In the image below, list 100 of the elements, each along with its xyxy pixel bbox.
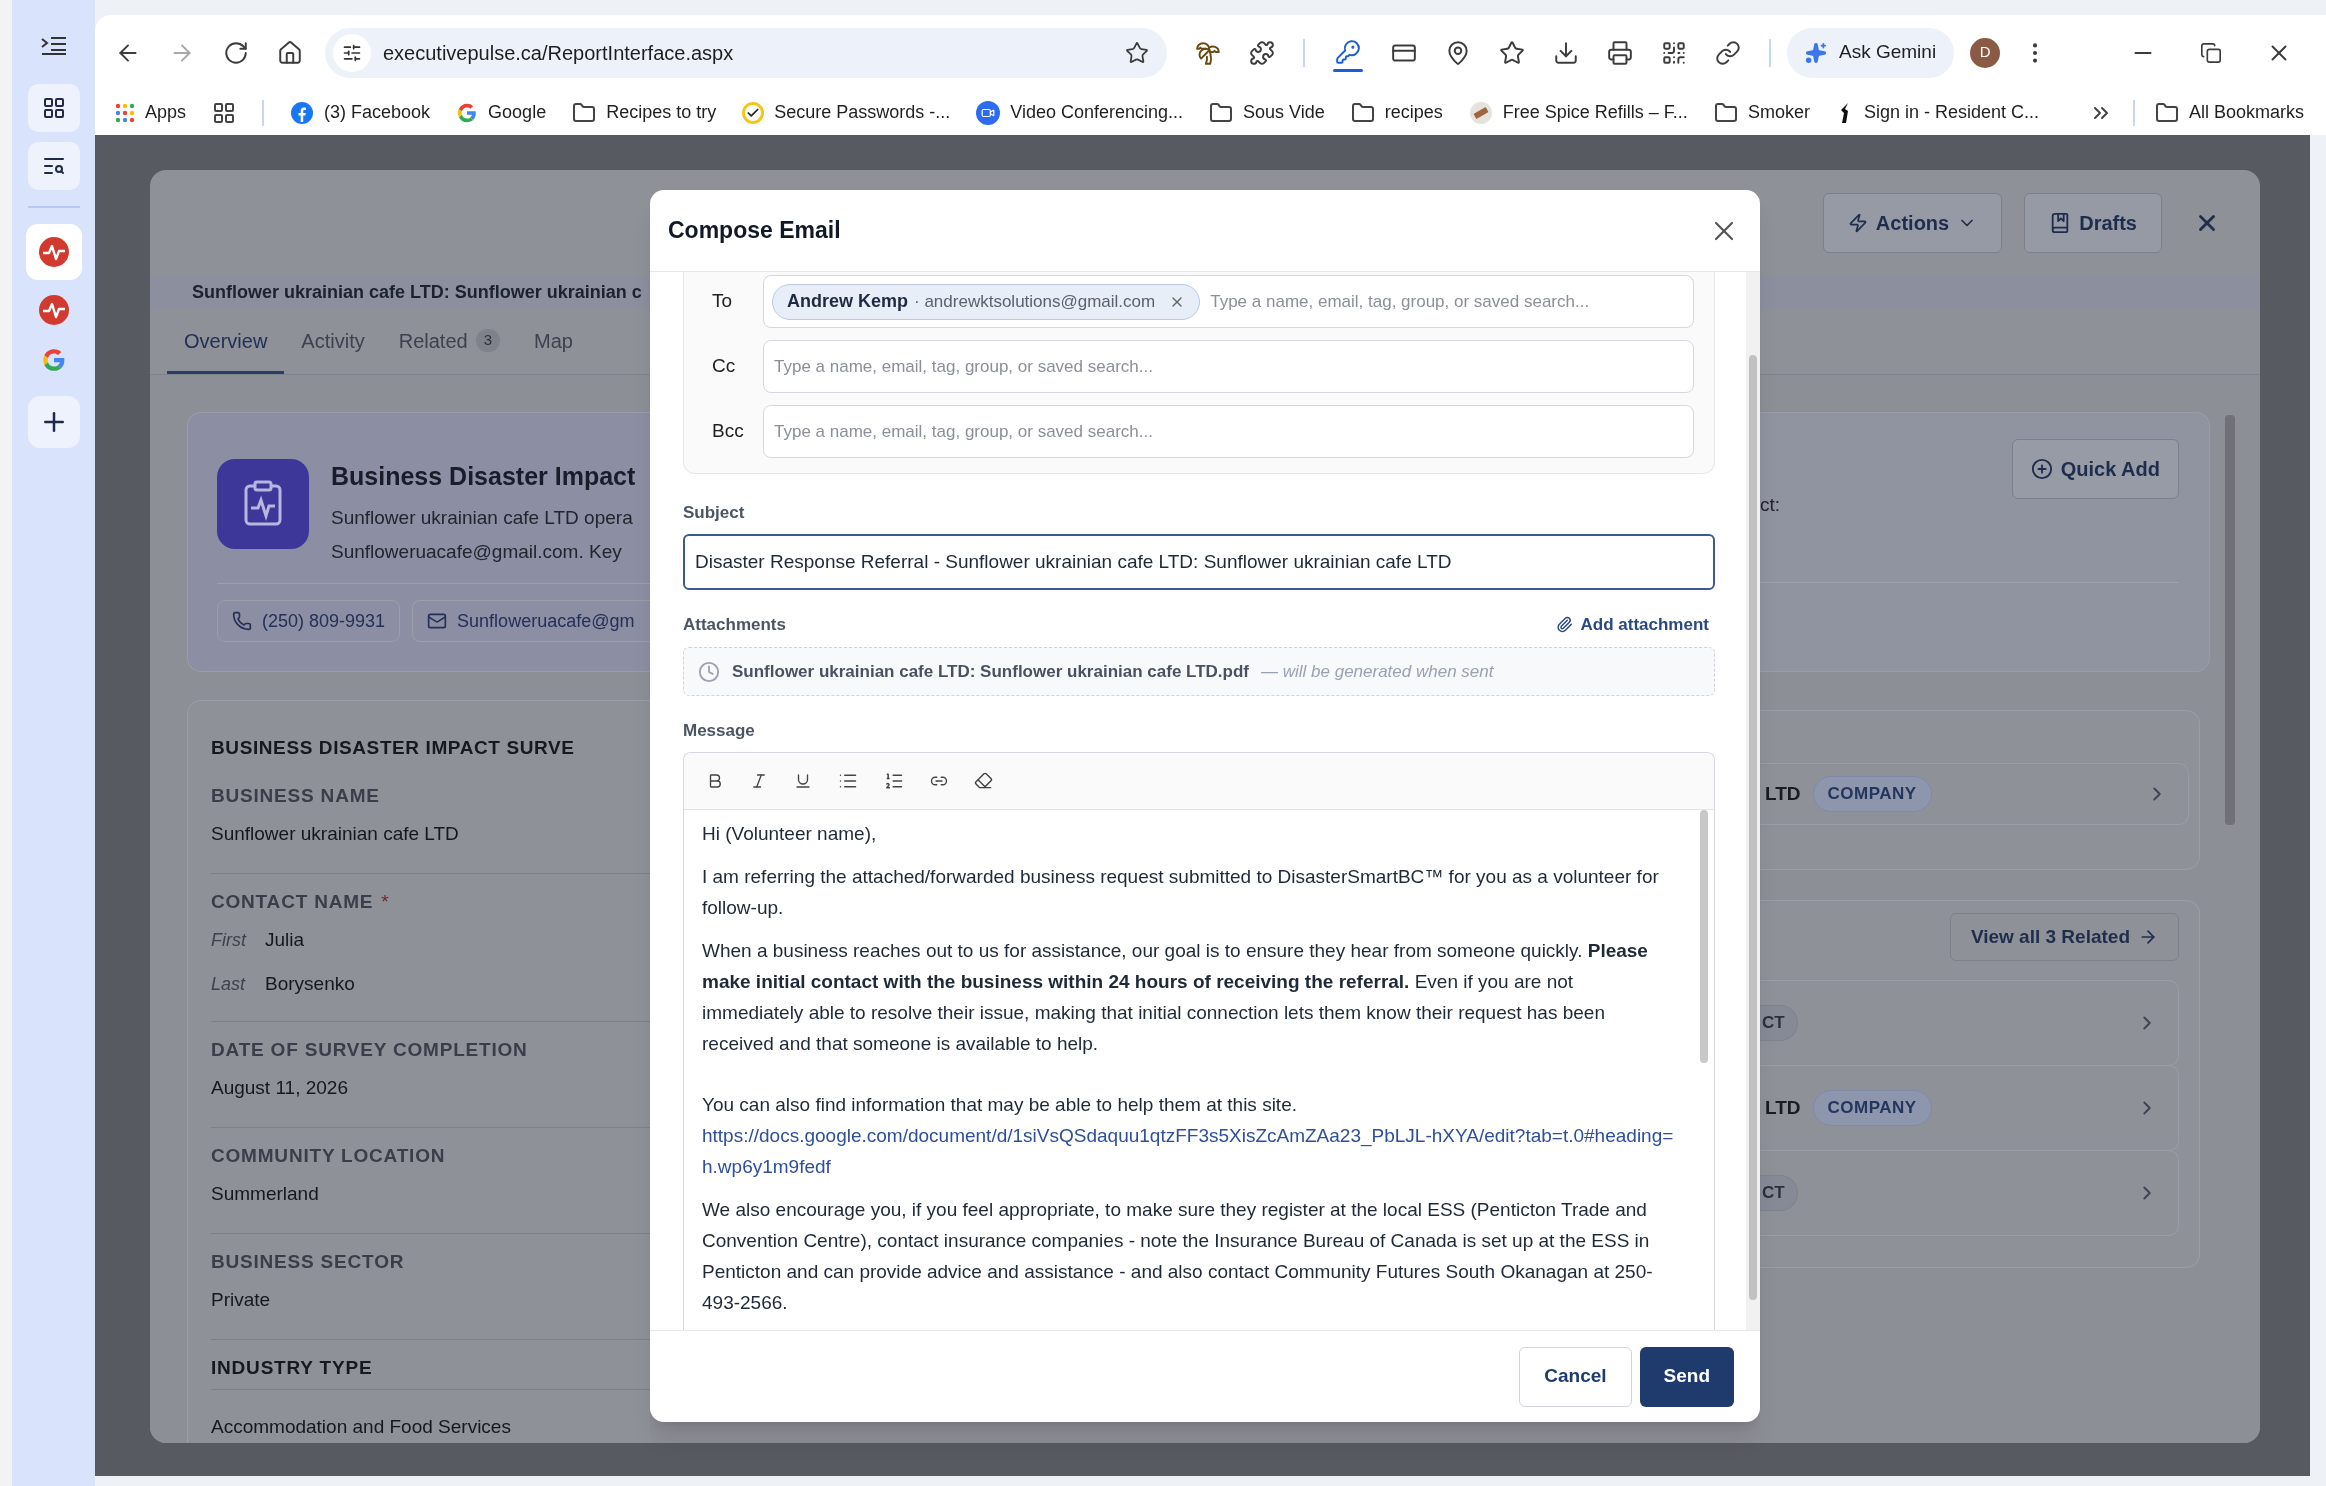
mail-icon (427, 611, 448, 631)
add-attachment-link[interactable]: Add attachment (1555, 611, 1709, 637)
folder-icon (2154, 100, 2179, 125)
bookmark-item[interactable]: Sous Vide (1209, 99, 1325, 126)
summary-title: Business Disaster Impact (331, 461, 636, 492)
field-label: COMMUNITY LOCATION (211, 1144, 447, 1168)
print-icon[interactable] (1607, 39, 1633, 66)
field-value: Sunflower ukrainian cafe LTD (211, 822, 460, 846)
qr-code-icon[interactable] (1661, 39, 1687, 66)
folder-icon (1209, 100, 1234, 125)
underline-icon[interactable] (794, 771, 812, 790)
view-all-related-button[interactable]: View all 3 Related (1949, 913, 2179, 961)
plus-circle-icon (2030, 458, 2053, 480)
field-label: BUSINESS NAME (211, 784, 381, 808)
attachment-name: Sunflower ukrainian cafe LTD: Sunflower ukrainian cafe LTD.pdf (732, 660, 1249, 683)
name-part-label: First (211, 928, 248, 952)
bookmark-item[interactable]: Free Spice Refills – F... (1468, 99, 1688, 126)
linked-record-row[interactable]: LTD COMPANY (1760, 763, 2189, 825)
field-label: CONTACT NAME (211, 890, 374, 914)
sidebar-toggle-icon[interactable] (39, 34, 68, 58)
facebook-icon (290, 100, 315, 125)
bookmark-item[interactable]: Google (456, 99, 547, 126)
scrollbar[interactable] (1700, 809, 1708, 1063)
field-value: August 11, 2026 (211, 1076, 349, 1100)
key-icon[interactable] (1335, 39, 1361, 65)
download-icon[interactable] (1553, 39, 1579, 66)
message-paragraph: Hi (Volunteer name), (702, 821, 878, 846)
field-value: Borysenko (265, 971, 355, 996)
bookmark-item[interactable]: Sign in - Resident C... (1835, 99, 2039, 126)
scrollbar[interactable] (2225, 415, 2235, 825)
scrollbar[interactable] (1749, 355, 1757, 1300)
location-pin-icon[interactable] (1445, 39, 1471, 66)
attachments-label: Attachments (683, 613, 786, 636)
address-bar[interactable]: executivepulse.ca/ReportInterface.aspx (325, 27, 1167, 78)
pulse-app-icon[interactable] (25, 224, 82, 280)
recipient-input[interactable]: Type a name, email, tag, group, or saved search... (1208, 288, 1685, 315)
folder-icon (1713, 100, 1738, 125)
extensions-icon[interactable] (1249, 39, 1275, 66)
ask-gemini-button[interactable]: Ask Gemini (1787, 27, 1955, 78)
drafts-button[interactable]: Drafts (2024, 192, 2162, 253)
star-icon[interactable] (1499, 39, 1525, 66)
quick-add-button[interactable]: Quick Add (2011, 439, 2179, 499)
message-label: Message (683, 720, 756, 742)
actions-button[interactable]: Actions (1822, 192, 2003, 253)
bookmark-star-icon[interactable] (1125, 40, 1149, 65)
home-icon[interactable] (277, 39, 303, 66)
message-paragraph: We also encourage you, if you feel appropriate, to make sure they register at the local ESS (Penticton Trade and Convention Centre), contact insurance companies - note the Insurance Bureau of Canada is set up at the ESS in Penticton and can provide advice and assistance - and also contact Community Futures South Okanagan at 250-493-2566. (702, 1197, 1654, 1315)
bookmark-item[interactable]: Secure Passwords -... (742, 99, 951, 126)
link-icon[interactable] (1715, 39, 1741, 66)
field-label: DATE OF SURVEY COMPLETION (211, 1038, 529, 1062)
message-paragraph: I am referring the attached/forwarded business request submitted to DisasterSmartBC™ for you as a volunteer for follow-up. (702, 864, 1660, 920)
recipient-field[interactable]: Type a name, email, tag, group, or saved search... (763, 405, 1694, 458)
field-value: Summerland (211, 1182, 320, 1206)
google-icon[interactable] (40, 347, 67, 373)
message-paragraph: You can also find information that may be able to help them at this site. (702, 1092, 1298, 1117)
paperclip-icon (1555, 615, 1573, 633)
google-icon (456, 101, 479, 124)
field-value: Private (211, 1288, 272, 1312)
cancel-button[interactable]: Cancel (1519, 1346, 1632, 1407)
send-button[interactable]: Send (1639, 1346, 1734, 1407)
video-icon (976, 100, 1001, 125)
recipient-field[interactable]: Andrew Kemp · andrewktsolutions@gmail.com Type a name, email, tag, group, or saved search... (763, 275, 1694, 328)
italic-icon[interactable] (750, 771, 768, 790)
bookmark-item[interactable]: (3) Facebook (290, 99, 431, 126)
eraser-icon[interactable] (974, 771, 993, 790)
record-title: Sunflower ukrainian cafe LTD: Sunflower ukrainian c (192, 281, 642, 302)
message-paragraph: When a business reaches out to us for assistance, our goal is to ensure they hear from someone quickly. Please make initial contact with the business within 24 hours of receiving the referral. Even if you are not immediately able to resolve their issue, making that initial connection lets them know their request has been received and that someone is available to help. (702, 938, 1649, 1056)
tab-groups-icon[interactable] (212, 100, 237, 125)
bookmark-item[interactable]: Video Conferencing... (976, 99, 1184, 126)
clipboard-pulse-icon (217, 459, 309, 549)
bookmark-item[interactable]: Apps (115, 99, 187, 126)
restore-icon[interactable] (2200, 41, 2222, 64)
palm-tree-icon[interactable] (1195, 39, 1221, 66)
recipient-chip[interactable]: Andrew Kemp · andrewktsolutions@gmail.com (772, 283, 1201, 320)
recipient-label: Bcc (712, 419, 745, 444)
apps-icon[interactable] (41, 96, 66, 120)
apps-grid-icon[interactable] (115, 102, 135, 123)
subject-label: Subject (683, 502, 746, 524)
lightning-icon (1847, 212, 1868, 233)
attachment-note: — will be generated when sent (1261, 660, 1494, 683)
profile-avatar[interactable]: D (1970, 37, 2001, 68)
phone-icon (232, 611, 252, 631)
subject-field[interactable]: Disaster Response Referral - Sunflower ukrainian cafe LTD: Sunflower ukrainian cafe LTD (683, 533, 1715, 590)
url-text[interactable]: executivepulse.ca/ReportInterface.aspx (383, 37, 1125, 68)
document-link[interactable]: https://docs.google.com/document/d/1siVsQSdaquu1qtzFF3s5XisZcAmZAa23_PbLJL-hXYA/edit?tab=t.0#heading=h.wp6y1m9fedf (702, 1119, 1674, 1182)
bookmark-item[interactable]: Recipes to try (572, 99, 717, 126)
summary-text: ct: (1760, 493, 1781, 517)
record-tab[interactable]: Related 3 (381, 310, 517, 374)
bookmark-item[interactable]: recipes (1350, 99, 1443, 126)
phone-chip[interactable]: (250) 809-9931 (217, 600, 401, 642)
summary-text: Sunfloweruacafe@gmail.com. Key (331, 540, 623, 564)
reload-icon[interactable] (223, 39, 249, 66)
recipient-field[interactable]: Type a name, email, tag, group, or saved search... (763, 340, 1694, 393)
site-settings-icon[interactable] (342, 42, 362, 63)
survey-title: BUSINESS DISASTER IMPACT SURVE (211, 736, 576, 760)
bookmark-item[interactable]: Smoker (1713, 99, 1810, 126)
related-record-row[interactable]: CT (1760, 1150, 2179, 1236)
summary-text: Sunflower ukrainian cafe LTD opera (331, 506, 634, 530)
all-bookmarks-item[interactable]: All Bookmarks (2154, 99, 2304, 126)
folder-icon (572, 100, 597, 125)
